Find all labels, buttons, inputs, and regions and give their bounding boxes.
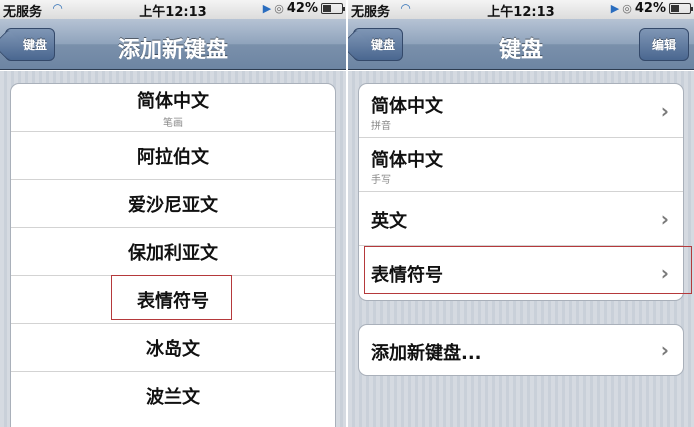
keyboard-row-chinese-pinyin[interactable]: 简体中文 拼音 › — [359, 84, 683, 138]
keyboard-label: 简体中文 — [371, 150, 443, 171]
language-sublabel: 笔画 — [163, 117, 183, 129]
language-label: 波兰文 — [146, 387, 200, 408]
status-bar: 无服务 ◠ 上午12:13 ▶ ◎ 42% — [348, 0, 694, 20]
keyboard-label: 英文 — [371, 211, 407, 232]
language-label: 简体中文 — [137, 90, 209, 112]
chevron-right-icon: › — [660, 98, 669, 123]
keyboards-screen: 无服务 ◠ 上午12:13 ▶ ◎ 42% 键盘 键盘 编辑 简体中文 拼音 ›… — [348, 0, 694, 427]
edit-button[interactable]: 编辑 — [639, 28, 689, 61]
play-icon: ▶ — [262, 2, 272, 15]
language-label: 爱沙尼亚文 — [128, 194, 218, 216]
play-icon: ▶ — [610, 2, 620, 15]
language-row-estonian[interactable]: 爱沙尼亚文 — [11, 180, 335, 228]
battery-percent: 42% — [634, 1, 666, 16]
add-keyboard-group: 添加新键盘... › — [358, 324, 684, 376]
keyboard-sublabel: 手写 — [371, 175, 391, 186]
language-row-polish[interactable]: 波兰文 — [11, 372, 335, 420]
keyboard-label: 简体中文 — [371, 96, 443, 117]
add-new-keyboard-screen: 无服务 ◠ 上午12:13 ▶ ◎ 42% 键盘 添加新键盘 简体中文 笔画 阿… — [0, 0, 346, 427]
language-label: 保加利亚文 — [128, 242, 218, 264]
add-keyboard-label: 添加新键盘... — [371, 343, 482, 364]
language-list: 简体中文 笔画 阿拉伯文 爱沙尼亚文 保加利亚文 表情符号 冰岛文 波兰文 — [10, 83, 336, 427]
keyboard-row-emoji[interactable]: 表情符号 › — [359, 246, 683, 300]
page-title: 添加新键盘 — [117, 38, 228, 63]
add-new-keyboard-row[interactable]: 添加新键盘... › — [359, 325, 683, 375]
language-row-simplified-chinese[interactable]: 简体中文 笔画 — [11, 84, 335, 132]
navigation-bar: 键盘 添加新键盘 — [0, 19, 346, 70]
navigation-bar: 键盘 键盘 编辑 — [348, 19, 694, 70]
language-row-emoji[interactable]: 表情符号 — [11, 276, 335, 324]
language-row-bulgarian[interactable]: 保加利亚文 — [11, 228, 335, 276]
keyboard-sublabel: 拼音 — [371, 121, 391, 132]
language-label: 表情符号 — [137, 290, 209, 312]
battery-percent: 42% — [286, 1, 318, 16]
keyboard-row-chinese-handwriting[interactable]: 简体中文 手写 — [359, 138, 683, 192]
rotation-lock-icon: ◎ — [622, 2, 632, 15]
battery-icon — [669, 3, 693, 14]
chevron-right-icon: › — [660, 206, 669, 231]
content-area: 简体中文 拼音 › 简体中文 手写 英文 › 表情符号 › 添加新键盘... › — [348, 71, 694, 427]
rotation-lock-icon: ◎ — [274, 2, 284, 15]
keyboard-label: 表情符号 — [371, 265, 443, 286]
content-area: 简体中文 笔画 阿拉伯文 爱沙尼亚文 保加利亚文 表情符号 冰岛文 波兰文 — [0, 71, 346, 427]
chevron-right-icon: › — [660, 338, 669, 362]
language-label: 阿拉伯文 — [137, 146, 209, 168]
status-bar: 无服务 ◠ 上午12:13 ▶ ◎ 42% — [0, 0, 346, 20]
keyboard-list: 简体中文 拼音 › 简体中文 手写 英文 › 表情符号 › — [358, 83, 684, 301]
language-label: 冰岛文 — [146, 338, 200, 360]
chevron-right-icon: › — [660, 261, 669, 285]
battery-icon — [321, 3, 345, 14]
keyboard-row-english[interactable]: 英文 › — [359, 192, 683, 246]
language-row-icelandic[interactable]: 冰岛文 — [11, 324, 335, 372]
language-row-arabic[interactable]: 阿拉伯文 — [11, 132, 335, 180]
